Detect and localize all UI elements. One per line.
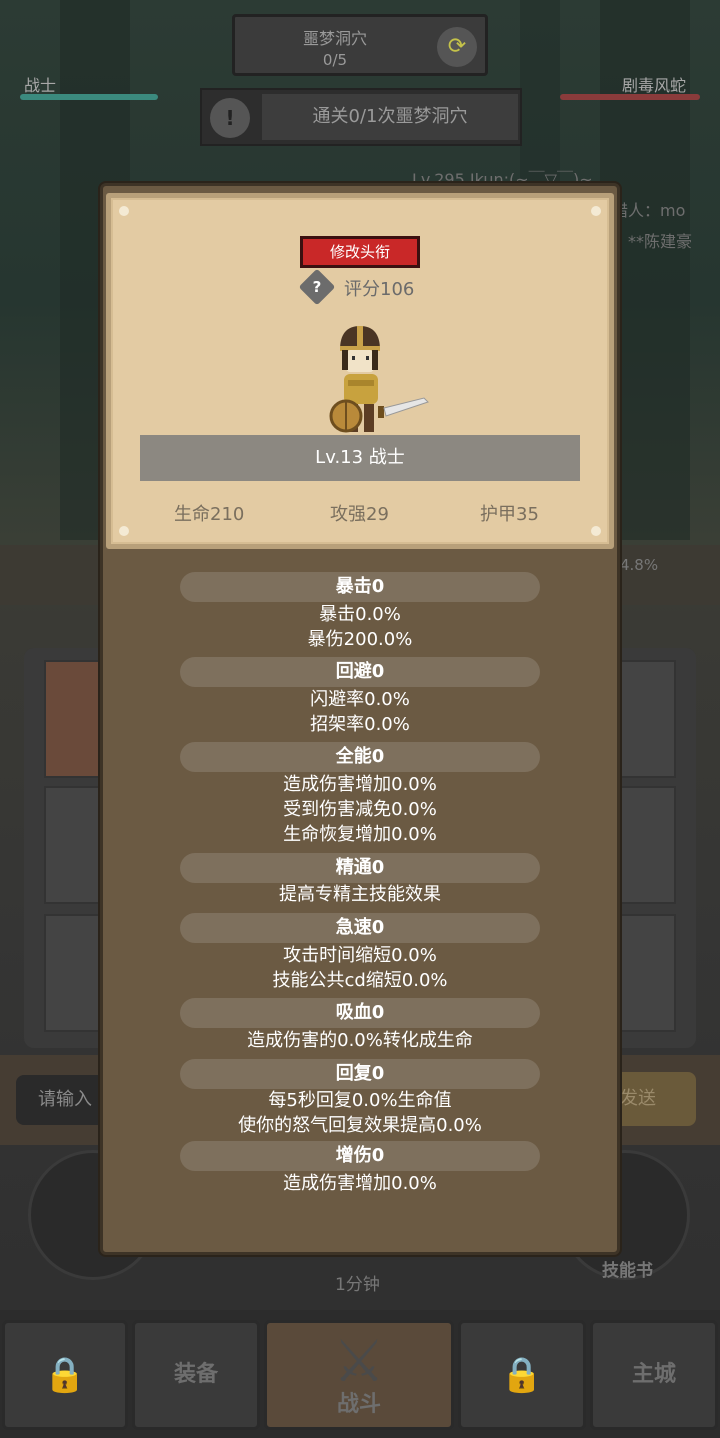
level-class-bar: Lv.13 战士 [140,435,580,481]
attr-line: 每5秒回复0.0%生命值 [268,1090,452,1111]
attr-header-crit: 暴击0 [180,572,540,602]
attr-line: 造成伤害的0.0%转化成生命 [247,1030,473,1051]
attr-header-regen: 回复0 [180,1059,540,1089]
exclamation-icon[interactable]: ! [210,98,250,138]
inventory-slot[interactable] [620,914,676,1032]
attr-header-haste: 急速0 [180,913,540,943]
attr-line: 暴击0.0% [319,604,401,625]
change-title-button[interactable]: 修改头衔 [300,236,420,268]
attr-line: 生命恢复增加0.0% [283,824,437,845]
enemy-hp-bar [560,94,700,100]
attr-header-damage-bonus: 增伤0 [180,1141,540,1171]
stat-attack: 攻强29 [330,504,389,525]
stat-armor: 护甲35 [480,504,539,525]
refresh-icon[interactable]: ⟳ [437,27,477,67]
attr-line: 使你的怒气回复效果提高0.0% [238,1115,482,1136]
attr-header-versatility: 全能0 [180,742,540,772]
attr-line: 提高专精主技能效果 [279,884,441,905]
inventory-slot[interactable] [44,786,104,904]
nav-locked-1[interactable]: 🔒 [2,1320,128,1430]
attr-line: 招架率0.0% [310,714,410,735]
player-name: 战士 [24,76,57,95]
nav-battle[interactable]: ⚔ 战斗 [264,1320,454,1430]
chat-line: 猎人：mo [612,201,686,220]
skill-timer: 1分钟 [335,1275,380,1295]
rivet [119,526,129,536]
skill-book-label: 技能书 [602,1261,653,1281]
nav-locked-2[interactable]: 🔒 [458,1320,586,1430]
attr-line: 闪避率0.0% [310,689,410,710]
nav-equip[interactable]: 装备 [132,1320,260,1430]
attr-line: 暴伤200.0% [307,629,413,650]
attr-line: 造成伤害增加0.0% [283,774,437,795]
warrior-avatar [329,326,429,433]
quest-row: ! 通关0/1次噩梦洞穴 [200,88,522,146]
inventory-slot[interactable] [44,914,104,1032]
dungeon-progress: 0/5 [322,51,348,69]
progress-percent: 4.8% [620,556,659,574]
enemy-name: 剧毒风蛇 [622,76,687,95]
attr-line: 攻击时间缩短0.0% [283,945,437,966]
stat-hp: 生命210 [174,504,245,525]
nav-city[interactable]: 主城 [590,1320,718,1430]
player-hp-bar [20,94,158,100]
attr-line: 技能公共cd缩短0.0% [272,970,448,991]
attr-header-lifesteal: 吸血0 [180,998,540,1028]
lock-icon: 🔒 [43,1355,87,1395]
rivet [119,206,129,216]
dungeon-name: 噩梦洞穴 [302,29,367,48]
question-icon[interactable]: ? [298,268,336,306]
attr-header-evasion: 回避0 [180,657,540,687]
attr-line: 受到伤害减免0.0% [283,799,437,820]
attr-line: 造成伤害增加0.0% [283,1173,437,1194]
inventory-slot[interactable] [620,660,676,778]
rivet [591,526,601,536]
dungeon-panel: 噩梦洞穴 0/5 ⟳ [232,14,488,76]
lock-icon: 🔒 [500,1355,544,1395]
score-text: 评分106 [344,279,415,300]
inventory-slot[interactable] [620,786,676,904]
quest-text[interactable]: 通关0/1次噩梦洞穴 [262,94,518,140]
rivet [591,206,601,216]
chat-line: **陈建豪 [628,232,693,251]
attr-header-mastery: 精通0 [180,853,540,883]
nav-battle-label: 战斗 [336,1392,381,1417]
inventory-slot[interactable] [44,660,104,778]
